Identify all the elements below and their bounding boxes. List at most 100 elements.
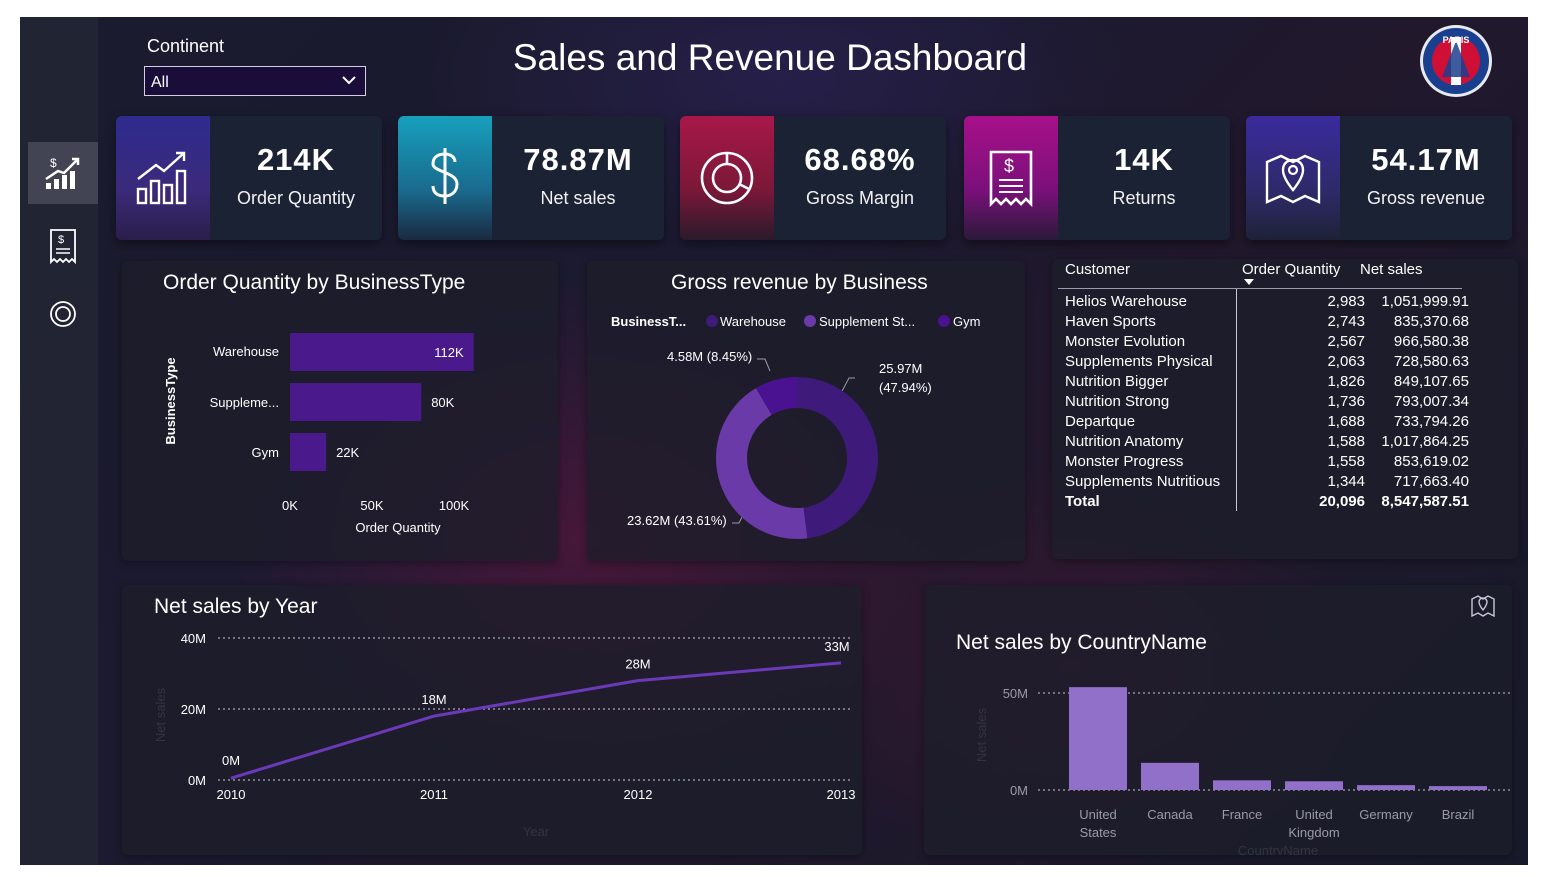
table-row[interactable]: Nutrition Anatomy 1,588 1,017,864.25 <box>1065 432 1475 452</box>
table-row[interactable]: Monster Evolution 2,567 966,580.38 <box>1065 332 1475 352</box>
table-row[interactable]: Supplements Nutritious 1,344 717,663.40 <box>1065 472 1475 492</box>
net-sales-by-year-panel: Net sales by Year 40M 20M 0M 2010 2011 2… <box>122 585 862 855</box>
kpi-label: Gross Margin <box>805 188 915 208</box>
legend-title: BusinessT... <box>611 314 686 329</box>
bar-mark[interactable] <box>1069 687 1127 790</box>
kpi-value: 68.68% <box>804 142 916 177</box>
svg-text:$: $ <box>50 156 57 170</box>
x-tick-label: 100K <box>439 498 470 513</box>
bar-chart-growth-icon <box>136 151 187 205</box>
bar-mark[interactable] <box>290 433 327 471</box>
x-tick-label: Germany <box>1359 807 1413 822</box>
kpi-value: 78.87M <box>523 142 633 177</box>
kpi-value: 54.17M <box>1371 142 1481 177</box>
gross-revenue-donut-panel: Gross revenue by Business BusinessT... W… <box>587 261 1025 561</box>
kpi-net-sales: 78.87M Net sales <box>398 116 664 240</box>
y-tick-label: 20M <box>181 702 206 717</box>
donut-slice[interactable] <box>716 388 808 539</box>
customer-table: Customer Order Quantity Net sales Helios… <box>1052 259 1518 559</box>
bar-value-label: 80K <box>431 395 454 410</box>
net-sales-by-country-panel: Net sales by CountryName 50M 0M Net sale… <box>924 585 1512 855</box>
point-label: 0M <box>222 753 240 768</box>
kpi-gross-margin: 68.68% Gross Margin <box>680 116 946 240</box>
kpi-label: Net sales <box>540 188 616 208</box>
donut-icon <box>700 151 754 205</box>
receipt-icon: $ <box>50 229 76 264</box>
line-series[interactable] <box>230 661 842 780</box>
svg-text:PARIS: PARIS <box>1443 35 1470 45</box>
x-tick-label: Brazil <box>1442 807 1475 822</box>
bar-mark[interactable] <box>1357 785 1415 790</box>
legend-item[interactable]: Supplement St... <box>819 314 915 329</box>
continent-value: All <box>151 74 169 91</box>
data-label: 23.62M (43.61%) <box>627 513 727 528</box>
category-label: Warehouse <box>213 344 279 359</box>
business-type-bar-panel: Order Quantity by BusinessType BusinessT… <box>122 261 558 561</box>
data-label: (47.94%) <box>879 380 932 395</box>
bar-mark[interactable] <box>1141 762 1199 790</box>
table-row[interactable]: Monster Progress 1,558 853,619.02 <box>1065 452 1475 472</box>
table-row[interactable]: Nutrition Bigger 1,826 849,107.65 <box>1065 372 1475 392</box>
category-label: Suppleme... <box>210 395 279 410</box>
y-tick-label: 40M <box>181 631 206 646</box>
x-tick-label: 50K <box>360 498 383 513</box>
target-icon <box>50 301 76 327</box>
sort-desc-icon[interactable] <box>1243 278 1255 286</box>
bar-mark[interactable] <box>290 383 422 421</box>
nav-target[interactable] <box>28 283 98 345</box>
club-logo: PARIS <box>1420 25 1492 97</box>
x-tick-label: France <box>1222 807 1262 822</box>
nav-sales-trend[interactable]: $ <box>28 142 98 204</box>
donut-slice[interactable] <box>797 377 879 539</box>
bar-value-label: 112K <box>434 345 464 360</box>
column-header-net-sales[interactable]: Net sales <box>1360 261 1423 278</box>
x-tick-label: 2013 <box>827 787 856 802</box>
point-label: 33M <box>824 639 849 654</box>
x-tick-label: Canada <box>1147 807 1193 822</box>
table-row[interactable]: Supplements Physical 2,063 728,580.63 <box>1065 352 1475 372</box>
legend-swatch-supplement <box>804 315 816 327</box>
x-tick-label: 2012 <box>624 787 653 802</box>
dashboard-frame: $ $ Continent All Sales and Revenue Dash… <box>20 17 1528 865</box>
legend-item[interactable]: Gym <box>953 314 980 329</box>
leader-line <box>840 377 855 394</box>
point-label: 28M <box>625 657 650 672</box>
x-tick-label: 2011 <box>420 787 448 802</box>
y-axis-title: Net sales <box>153 687 168 742</box>
sales-trend-icon: $ <box>45 156 80 189</box>
legend-swatch-warehouse <box>706 315 718 327</box>
table-row[interactable]: Haven Sports 2,743 835,370.68 <box>1065 312 1475 332</box>
x-axis-title: Year <box>523 824 550 839</box>
table-row[interactable]: Nutrition Strong 1,736 793,007.34 <box>1065 392 1475 412</box>
y-tick-label: 0M <box>188 773 206 788</box>
nav-receipt[interactable]: $ <box>28 215 98 277</box>
legend-item[interactable]: Warehouse <box>720 314 786 329</box>
bar-mark[interactable] <box>1213 780 1271 790</box>
x-tick-label: United <box>1295 807 1333 822</box>
kpi-label: Order Quantity <box>236 188 356 208</box>
legend-swatch-gym <box>938 315 950 327</box>
data-label: 4.58M (8.45%) <box>667 349 752 364</box>
net-sales-line-chart: 40M 20M 0M 2010 2011 2012 2013 Net sales… <box>153 631 856 839</box>
kpi-label: Gross revenue <box>1366 188 1486 208</box>
y-axis-title: BusinessType <box>163 357 178 444</box>
table-row[interactable]: Departque 1,688 733,794.26 <box>1065 412 1475 432</box>
table-row[interactable]: Helios Warehouse 2,983 1,051,999.91 <box>1065 292 1475 312</box>
x-axis-title: CountryName <box>1238 843 1318 855</box>
map-pin-icon <box>1265 154 1321 204</box>
x-axis-title: Order Quantity <box>355 520 441 535</box>
column-header-customer[interactable]: Customer <box>1065 261 1130 278</box>
kpi-returns: $ 14K Returns <box>964 116 1230 240</box>
business-type-bar-chart: BusinessType Order Quantity 0K 50K 100K … <box>163 333 474 535</box>
net-sales-country-bar-chart: 50M 0M Net sales CountryName United Stat… <box>974 686 1512 855</box>
leader-line <box>757 358 771 372</box>
continent-dropdown[interactable]: All <box>144 66 366 96</box>
gross-revenue-donut-chart: BusinessT... Warehouse Supplement St... … <box>611 314 980 539</box>
bar-mark[interactable] <box>1429 786 1487 790</box>
category-label: Gym <box>252 445 279 460</box>
bar-mark[interactable] <box>1285 781 1343 790</box>
kpi-value: 214K <box>256 142 336 177</box>
y-axis-title: Net sales <box>974 707 989 762</box>
kpi-value: 14K <box>1114 142 1174 177</box>
column-header-order-quantity[interactable]: Order Quantity <box>1242 261 1340 278</box>
